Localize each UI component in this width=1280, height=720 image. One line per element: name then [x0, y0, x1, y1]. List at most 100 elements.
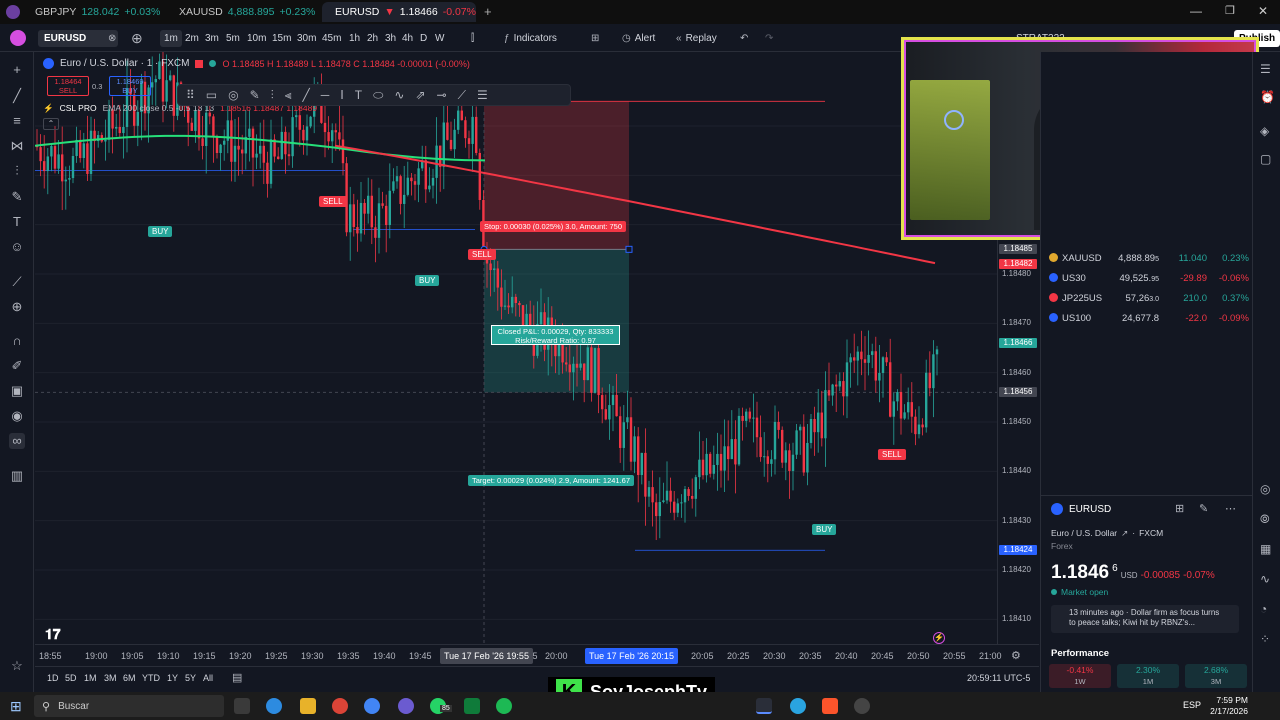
new-tab-icon[interactable]: +	[484, 4, 492, 19]
buy-button[interactable]: 1.18469 BUY	[109, 76, 151, 96]
copilot-icon[interactable]	[266, 698, 282, 714]
alerts-icon[interactable]: ⏰	[1260, 90, 1275, 104]
brave-icon[interactable]	[822, 698, 838, 714]
trendline-icon[interactable]: ╱	[9, 88, 25, 104]
compare-icon[interactable]: ⊗	[108, 24, 116, 52]
interval-w[interactable]: W	[431, 30, 448, 47]
stop-label[interactable]: Stop: 0.00030 (0.025%) 3.0, Amount: 750	[480, 221, 627, 232]
taskbar-search[interactable]: ⚲ Buscar	[34, 695, 224, 717]
text-tool-icon[interactable]: T	[9, 214, 25, 230]
interval-button[interactable]: 5m	[222, 24, 244, 52]
apps-icon[interactable]: ⁘	[1260, 632, 1270, 646]
news-item[interactable]: 13 minutes ago · Dollar firm as focus tu…	[1051, 605, 1239, 633]
chat-icon[interactable]: ▢	[1260, 152, 1271, 166]
grid-icon[interactable]: ⊞	[1175, 502, 1184, 515]
add-symbol-icon[interactable]: ⊕	[131, 24, 143, 52]
watchlist-row[interactable]: JP225US 57,263.0 210.0 0.37%	[1049, 289, 1249, 307]
timeframe-1d[interactable]: 1D	[47, 673, 59, 683]
interval-3m[interactable]: 3m	[201, 30, 223, 47]
position-tool-icon[interactable]: ⫶	[9, 163, 25, 179]
pnl-box[interactable]: Closed P&L: 0.00029, Qty: 833333 Risk/Re…	[491, 325, 620, 345]
timeframe-1y[interactable]: 1Y	[167, 673, 178, 683]
target-icon[interactable]: ◎	[1260, 482, 1270, 496]
signal-icon[interactable]: ⦾	[1260, 512, 1270, 527]
text-cursor-icon[interactable]: Ⅰ	[340, 88, 344, 102]
fib-icon[interactable]: ≡	[9, 113, 25, 129]
performance-cell[interactable]: -0.41% 1W	[1049, 664, 1111, 688]
text-icon[interactable]: T	[355, 88, 362, 102]
calendar-icon[interactable]: ▦	[1260, 542, 1271, 556]
pen-icon[interactable]: ⟋	[458, 88, 466, 103]
watchlist-row[interactable]: US100 24,677.8 -22.0 -0.09%	[1049, 309, 1249, 327]
lock-drawing-icon[interactable]: ✐	[9, 358, 25, 374]
chrome-icon[interactable]	[332, 698, 348, 714]
chrome-profile-icon[interactable]	[364, 698, 380, 714]
undo-icon[interactable]: ↶	[740, 24, 748, 52]
watchlist-row[interactable]: XAUUSD 4,888.895 11.040 0.23%	[1049, 249, 1249, 267]
browser-tab-eurusd[interactable]: EURUSD ▼ 1.18466 -0.07% ✕	[322, 2, 476, 22]
notifications-icon[interactable]: ◔	[1260, 602, 1267, 616]
layers-icon[interactable]: ◈	[1260, 124, 1269, 138]
path-icon[interactable]: ∿	[394, 88, 404, 102]
interval-45m[interactable]: 45m	[318, 30, 345, 47]
crosshair-icon[interactable]: +	[9, 62, 25, 78]
task-view-icon[interactable]	[234, 698, 250, 714]
target-label[interactable]: Target: 0.00029 (0.024%) 2.9, Amount: 12…	[468, 475, 635, 486]
emoji-icon[interactable]: ☺	[9, 239, 25, 255]
interval-5m[interactable]: 5m	[222, 30, 244, 47]
interval-button[interactable]: 4h	[398, 24, 417, 52]
rectangle-icon[interactable]: ▭	[206, 88, 217, 102]
interval-2h[interactable]: 2h	[363, 30, 382, 47]
maximize-icon[interactable]: ❐	[1225, 4, 1235, 17]
watchlist-icon[interactable]: ☰	[1260, 62, 1271, 76]
magnet-icon[interactable]: ∩	[9, 333, 25, 349]
settings-icon[interactable]: ⚙	[1011, 649, 1021, 662]
language-indicator[interactable]: ESP	[1183, 700, 1201, 710]
performance-cell[interactable]: 2.68% 3M	[1185, 664, 1247, 688]
interval-30m[interactable]: 30m	[293, 30, 320, 47]
time-axis[interactable]: ⚙ 18:55 19:00 19:05 19:10 19:15 19:20 19:25 19:…	[35, 644, 1039, 666]
interval-button[interactable]: 15m	[268, 24, 295, 52]
dash-line-icon[interactable]: ⊸	[437, 88, 447, 102]
trash-icon[interactable]: ▥	[9, 468, 25, 484]
tradingview-task-icon[interactable]	[756, 698, 772, 714]
chart-type-icon[interactable]: ⫿	[471, 24, 474, 52]
minimize-icon[interactable]: —	[1190, 4, 1202, 18]
interval-1m[interactable]: 1m	[160, 29, 182, 47]
timeframe-5d[interactable]: 5D	[65, 673, 77, 683]
watchlist-row[interactable]: US30 49,525.95 -29.89 -0.06%	[1049, 269, 1249, 287]
interval-button[interactable]: 45m	[318, 24, 345, 52]
interval-button[interactable]: 10m	[243, 24, 270, 52]
layouts-icon[interactable]: ⊞	[591, 24, 599, 52]
interval-button[interactable]: 3m	[201, 24, 223, 52]
interval-button[interactable]: 2h	[363, 24, 382, 52]
chart-canvas[interactable]	[35, 52, 1039, 644]
arrow-marker-icon[interactable]: ⇗	[415, 88, 425, 102]
spotify-icon[interactable]	[496, 698, 512, 714]
browser-profile-icon[interactable]	[6, 5, 20, 19]
timeframe-all[interactable]: All	[203, 673, 213, 683]
pulse-icon[interactable]: ∿	[1260, 572, 1270, 586]
interval-button[interactable]: 30m	[293, 24, 320, 52]
circle-icon[interactable]: ◎	[228, 88, 238, 102]
utc-clock[interactable]: 20:59:11 UTC-5	[967, 673, 1030, 683]
browser-tab-gbpjpy[interactable]: GBPJPY 128.042 +0.03% ✕	[22, 2, 162, 22]
bolt-icon[interactable]: ⚡	[933, 632, 945, 644]
lock-icon[interactable]: ▣	[9, 383, 25, 399]
interval-button[interactable]: 1h	[345, 24, 364, 52]
timeframe-ytd[interactable]: YTD	[142, 673, 160, 683]
interval-4h[interactable]: 4h	[398, 30, 417, 47]
menu-icon[interactable]: ☰	[477, 88, 488, 102]
browser-tab-xauusd[interactable]: XAUUSD 4,888.895 +0.23% ✕	[166, 2, 316, 22]
taskbar-clock[interactable]: 7:59 PM 2/17/2026	[1208, 695, 1248, 717]
interval-15m[interactable]: 15m	[268, 30, 295, 47]
timeframe-1m[interactable]: 1M	[84, 673, 97, 683]
interval-button[interactable]: D	[416, 24, 431, 52]
interval-button[interactable]: W	[431, 24, 448, 52]
discord-icon[interactable]	[398, 698, 414, 714]
interval-d[interactable]: D	[416, 30, 431, 47]
user-avatar[interactable]	[10, 24, 26, 52]
brush-tool-icon[interactable]: ✎	[250, 88, 260, 102]
indicators-button[interactable]: ƒ Indicators	[504, 24, 557, 52]
timeframe-5y[interactable]: 5Y	[185, 673, 196, 683]
